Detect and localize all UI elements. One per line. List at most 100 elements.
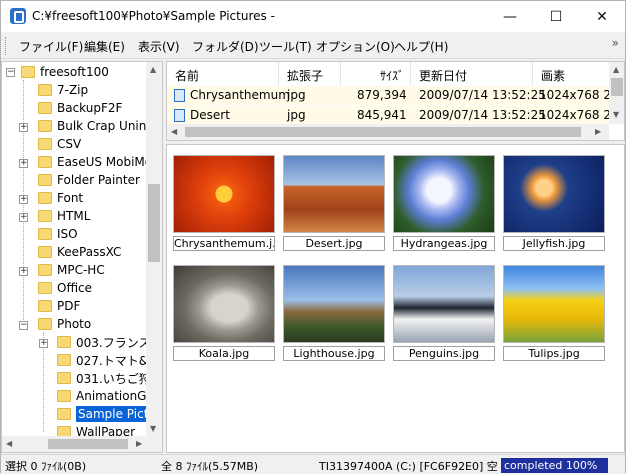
tree-item[interactable]: CSV — [38, 135, 81, 153]
tree-item[interactable]: ISO — [38, 225, 78, 243]
expand-icon[interactable]: + — [19, 159, 28, 168]
scroll-thumb[interactable] — [611, 78, 623, 96]
thumbnail-caption: Chrysanthemum.j... — [173, 236, 275, 251]
tree-item[interactable]: Bulk Crap Uninsta — [38, 117, 162, 135]
folder-icon — [38, 174, 52, 186]
menu-edit[interactable]: 編集(E) — [84, 38, 125, 55]
expand-icon[interactable]: + — [19, 267, 28, 276]
maximize-button[interactable]: ☐ — [533, 1, 579, 32]
menu-overflow-icon[interactable]: » — [612, 36, 619, 50]
expand-icon[interactable]: + — [19, 213, 28, 222]
app-window: C:¥freesoft100¥Photo¥Sample Pictures - —… — [0, 0, 626, 473]
app-icon — [10, 8, 26, 24]
folder-icon — [38, 264, 52, 276]
menu-bar: ファイル(F) 編集(E) 表示(V) フォルダ(D) ツール(T) オプション… — [1, 32, 625, 59]
minimize-button[interactable]: — — [487, 1, 533, 32]
tree-item-root[interactable]: − freesoft100 — [6, 63, 109, 81]
scroll-down-icon[interactable]: ▼ — [613, 110, 619, 119]
thumbnail-jellyfish[interactable] — [503, 155, 605, 233]
menu-options[interactable]: オプション(O) — [316, 38, 395, 55]
tree-item[interactable]: KeePassXC — [38, 243, 121, 261]
tree-item[interactable]: HTML — [38, 207, 90, 225]
scroll-thumb[interactable] — [48, 439, 128, 449]
column-header-size[interactable]: ｻｲｽﾞ — [341, 62, 411, 85]
thumbnail-caption: Penguins.jpg — [393, 346, 495, 361]
tree-item-photo[interactable]: Photo — [38, 315, 91, 333]
scroll-thumb[interactable] — [185, 127, 581, 137]
toolbar-grip[interactable] — [5, 37, 8, 55]
thumbnail-koala[interactable] — [173, 265, 275, 343]
file-list[interactable]: 名前 拡張子 ｻｲｽﾞ 更新日付 画素 Chrysanthemum jpg 87… — [166, 61, 625, 141]
menu-file[interactable]: ファイル(F) — [19, 38, 83, 55]
image-file-icon — [174, 109, 185, 122]
folder-icon — [38, 84, 52, 96]
collapse-icon[interactable]: − — [19, 321, 28, 330]
thumbnail-chrysanthemum[interactable] — [173, 155, 275, 233]
table-row[interactable]: Desert jpg 845,941 2009/07/14 13:52:25 1… — [167, 106, 624, 125]
column-header-date[interactable]: 更新日付 — [411, 62, 533, 85]
folder-icon — [38, 138, 52, 150]
tree-item[interactable]: 027.トマト&ホ — [57, 351, 160, 369]
scroll-down-icon[interactable]: ▼ — [150, 424, 156, 433]
expand-icon[interactable]: + — [19, 123, 28, 132]
folder-icon — [38, 156, 52, 168]
tree-item[interactable]: Office — [38, 279, 92, 297]
folder-icon — [38, 192, 52, 204]
tree-item[interactable]: EaseUS MobiMov — [38, 153, 159, 171]
scroll-left-icon[interactable]: ◀ — [171, 127, 177, 136]
menu-view[interactable]: 表示(V) — [138, 38, 180, 55]
thumbnail-lighthouse[interactable] — [283, 265, 385, 343]
folder-icon — [38, 246, 52, 258]
list-vscrollbar[interactable]: ▲ ▼ — [609, 62, 624, 124]
folder-icon — [57, 390, 71, 402]
thumbnail-caption: Lighthouse.jpg — [283, 346, 385, 361]
folder-tree[interactable]: − freesoft100 7-Zip BackupF2F + Bulk Cra… — [1, 61, 163, 453]
thumbnail-penguins[interactable] — [393, 265, 495, 343]
scroll-right-icon[interactable]: ▶ — [595, 127, 601, 136]
status-selection: 選択 0 ﾌｧｲﾙ(0B) — [5, 460, 87, 473]
tree-item[interactable]: AnimationGIF — [57, 387, 157, 405]
folder-icon — [21, 66, 35, 78]
thumbnail-desert[interactable] — [283, 155, 385, 233]
expand-icon[interactable]: + — [39, 339, 48, 348]
column-header-name[interactable]: 名前 — [167, 62, 279, 85]
column-header-pixels[interactable]: 画素 — [533, 62, 611, 85]
tree-item[interactable]: Font — [38, 189, 83, 207]
tree-item[interactable]: 7-Zip — [38, 81, 88, 99]
title-bar[interactable]: C:¥freesoft100¥Photo¥Sample Pictures - —… — [1, 1, 625, 32]
menu-folder[interactable]: フォルダ(D) — [192, 38, 259, 55]
tree-item[interactable]: PDF — [38, 297, 80, 315]
folder-icon — [38, 300, 52, 312]
folder-icon — [38, 228, 52, 240]
folder-icon — [57, 336, 71, 348]
thumbnail-caption: Desert.jpg — [283, 236, 385, 251]
column-header-ext[interactable]: 拡張子 — [279, 62, 341, 85]
status-drive: TI31397400A (C:) [FC6F92E0] 空 13 — [319, 460, 499, 473]
scroll-thumb[interactable] — [148, 184, 160, 262]
table-row[interactable]: Chrysanthemum jpg 879,394 2009/07/14 13:… — [167, 86, 624, 105]
thumbnail-caption: Tulips.jpg — [503, 346, 605, 361]
thumbnail-caption: Koala.jpg — [173, 346, 275, 361]
scroll-up-icon[interactable]: ▲ — [613, 65, 619, 74]
close-button[interactable]: ✕ — [579, 1, 625, 32]
expand-icon[interactable]: + — [19, 195, 28, 204]
list-hscrollbar[interactable]: ◀ ▶ — [167, 124, 609, 140]
tree-item[interactable]: MPC-HC — [38, 261, 105, 279]
folder-icon — [38, 210, 52, 222]
tree-hscrollbar[interactable]: ◀ ▶ — [2, 436, 162, 452]
folder-icon — [38, 282, 52, 294]
menu-tools[interactable]: ツール(T) — [259, 38, 312, 55]
thumbnail-hydrangeas[interactable] — [393, 155, 495, 233]
scroll-up-icon[interactable]: ▲ — [150, 65, 156, 74]
thumbnail-tulips[interactable] — [503, 265, 605, 343]
collapse-icon[interactable]: − — [6, 67, 15, 77]
thumbnail-caption: Hydrangeas.jpg — [393, 236, 495, 251]
scroll-left-icon[interactable]: ◀ — [6, 439, 12, 448]
folder-icon — [38, 102, 52, 114]
menu-help[interactable]: ヘルプ(H) — [394, 38, 448, 55]
thumbnail-pane[interactable]: Chrysanthemum.j... Desert.jpg Hydrangeas… — [166, 144, 625, 453]
tree-item[interactable]: BackupF2F — [38, 99, 122, 117]
tree-vscrollbar[interactable]: ▲ ▼ — [146, 62, 162, 436]
scroll-right-icon[interactable]: ▶ — [136, 439, 142, 448]
tree-item[interactable]: Folder Painter — [38, 171, 140, 189]
